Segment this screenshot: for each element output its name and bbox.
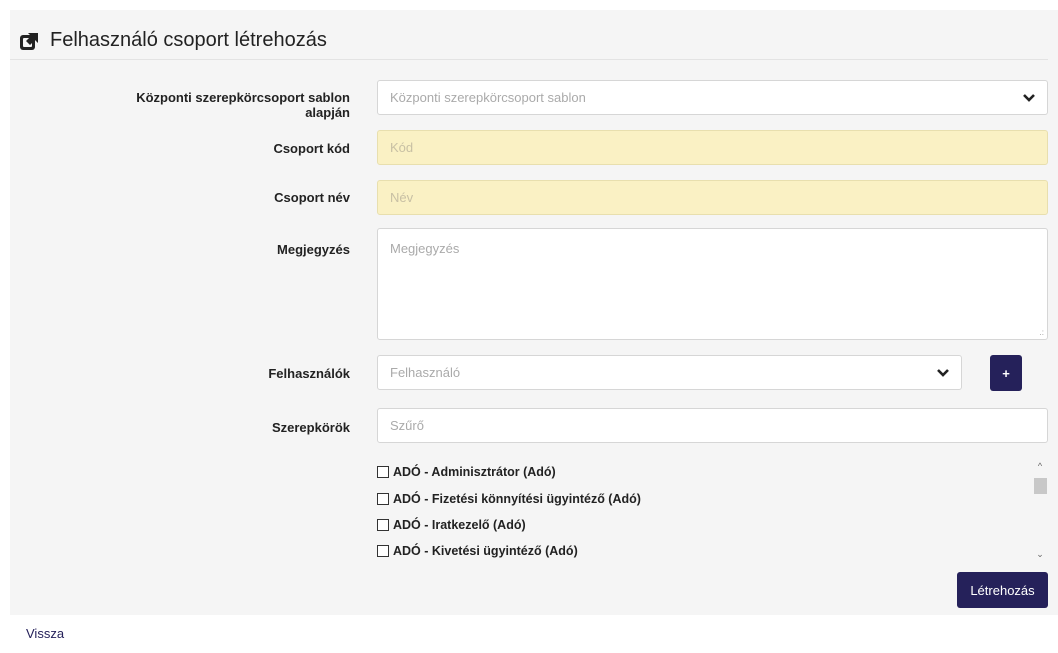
name-placeholder: Név [390,190,414,205]
code-input[interactable]: Kód [377,130,1048,165]
list-item[interactable]: ADÓ - Kivetési ügyintéző (Adó) [377,541,578,561]
external-link-icon [20,32,38,50]
scroll-down-icon[interactable]: ⌄ [1033,548,1047,560]
users-placeholder: Felhasználó [390,365,461,380]
roles-filter-placeholder: Szűrő [390,418,424,433]
template-placeholder: Központi szerepkörcsoport sablon [390,90,586,105]
add-user-button[interactable]: + [990,355,1022,391]
role-checkbox[interactable] [377,466,389,478]
create-button[interactable]: Létrehozás [957,572,1048,608]
scroll-up-icon[interactable]: ^ [1033,460,1047,472]
resize-grip-icon[interactable]: .: [1040,329,1044,337]
template-select[interactable]: Központi szerepkörcsoport sablon [377,80,1048,115]
page-title: Felhasználó csoport létrehozás [50,29,327,51]
chevron-down-icon [937,369,949,377]
role-label: ADÓ - Fizetési könnyítési ügyintéző (Adó… [393,492,641,506]
back-link[interactable]: Vissza [26,626,64,641]
role-checkbox[interactable] [377,493,389,505]
roles-list: ADÓ - Adminisztrátor (Adó) ADÓ - Fizetés… [377,458,1050,562]
users-label: Felhasználók [268,366,350,381]
note-placeholder: Megjegyzés [390,241,460,256]
list-item[interactable]: ADÓ - Adminisztrátor (Adó) [377,462,556,482]
note-label: Megjegyzés [277,242,350,257]
role-label: ADÓ - Iratkezelő (Adó) [393,518,526,532]
role-label: ADÓ - Kivetési ügyintéző (Adó) [393,544,578,558]
name-label: Csoport név [274,190,350,205]
chevron-down-icon [1023,94,1035,102]
users-select[interactable]: Felhasználó [377,355,962,390]
role-checkbox[interactable] [377,545,389,557]
name-input[interactable]: Név [377,180,1048,215]
code-placeholder: Kód [390,140,414,155]
roles-filter-input[interactable]: Szűrő [377,408,1048,443]
roles-label: Szerepkörök [271,420,350,435]
page-header: Felhasználó csoport létrehozás [10,22,1048,60]
scrollbar-thumb[interactable] [1034,478,1047,494]
role-checkbox[interactable] [377,519,389,531]
role-label: ADÓ - Adminisztrátor (Adó) [393,465,556,479]
list-item[interactable]: ADÓ - Iratkezelő (Adó) [377,515,526,535]
list-item[interactable]: ADÓ - Fizetési könnyítési ügyintéző (Adó… [377,489,641,509]
template-label: Központi szerepkörcsoport sablon alapján [136,90,350,120]
code-label: Csoport kód [273,141,350,156]
roles-scrollbar[interactable]: ^ ⌄ [1033,458,1047,560]
note-textarea[interactable]: Megjegyzés .: [377,228,1048,340]
